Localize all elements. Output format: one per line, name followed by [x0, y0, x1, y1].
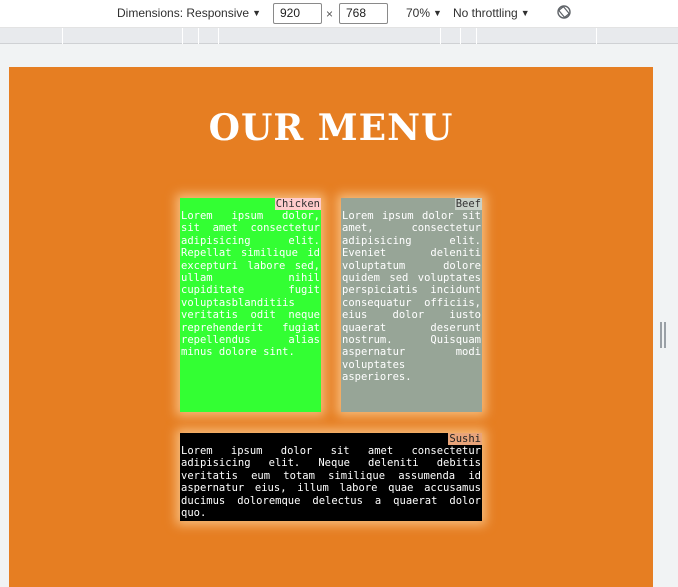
card-title: Sushi [180, 433, 482, 445]
chevron-down-icon: ▼ [520, 8, 530, 18]
page-viewport: OUR MENU Chicken Lorem ipsum dolor, sit … [9, 67, 653, 587]
media-query-bar[interactable] [0, 28, 678, 44]
times-separator: × [326, 7, 334, 21]
height-input[interactable]: 768 [339, 3, 388, 24]
ruler-tick [440, 28, 441, 44]
dimensions-dropdown[interactable]: Dimensions: Responsive ▼ [117, 6, 261, 20]
devtools-device-toolbar: Dimensions: Responsive ▼ 920 × 768 70% ▼ N… [0, 0, 678, 28]
card-title-chicken: Chicken [274, 198, 321, 210]
page-title: OUR MENU [208, 107, 454, 149]
ruler-tick [596, 28, 597, 44]
card-text-sushi: Lorem ipsum dolor sit amet consectetur a… [181, 445, 481, 520]
chevron-down-icon: ▼ [252, 8, 261, 18]
menu-card-sushi: Sushi Lorem ipsum dolor sit amet consect… [180, 433, 482, 521]
throttling-label: No throttling [453, 6, 518, 20]
width-input[interactable]: 920 [273, 3, 322, 24]
rotate-icon[interactable] [556, 4, 572, 20]
ruler-tick [218, 28, 219, 44]
ruler-tick [182, 28, 183, 44]
dimensions-label: Dimensions: Responsive [117, 6, 250, 20]
ruler-tick [460, 28, 461, 44]
ruler-tick [476, 28, 477, 44]
menu-card-beef: Beef Lorem ipsum dolor sit amet, consect… [341, 198, 482, 412]
card-text-beef: Lorem ipsum dolor sit amet, consectetur … [342, 210, 481, 384]
ruler-tick [62, 28, 63, 44]
throttling-dropdown[interactable]: No throttling ▼ [453, 6, 530, 20]
zoom-label: 70% [406, 6, 431, 20]
card-title-sushi: Sushi [448, 433, 482, 445]
card-title: Beef [341, 198, 482, 210]
resize-handle[interactable] [660, 322, 666, 348]
menu-card-chicken: Chicken Lorem ipsum dolor, sit amet cons… [180, 198, 321, 412]
card-text-chicken: Lorem ipsum dolor, sit amet consectetur … [181, 210, 320, 359]
card-title: Chicken [180, 198, 321, 210]
card-title-beef: Beef [454, 198, 482, 210]
zoom-dropdown[interactable]: 70% ▼ [406, 6, 442, 20]
ruler-tick [198, 28, 199, 44]
chevron-down-icon: ▼ [433, 8, 442, 18]
